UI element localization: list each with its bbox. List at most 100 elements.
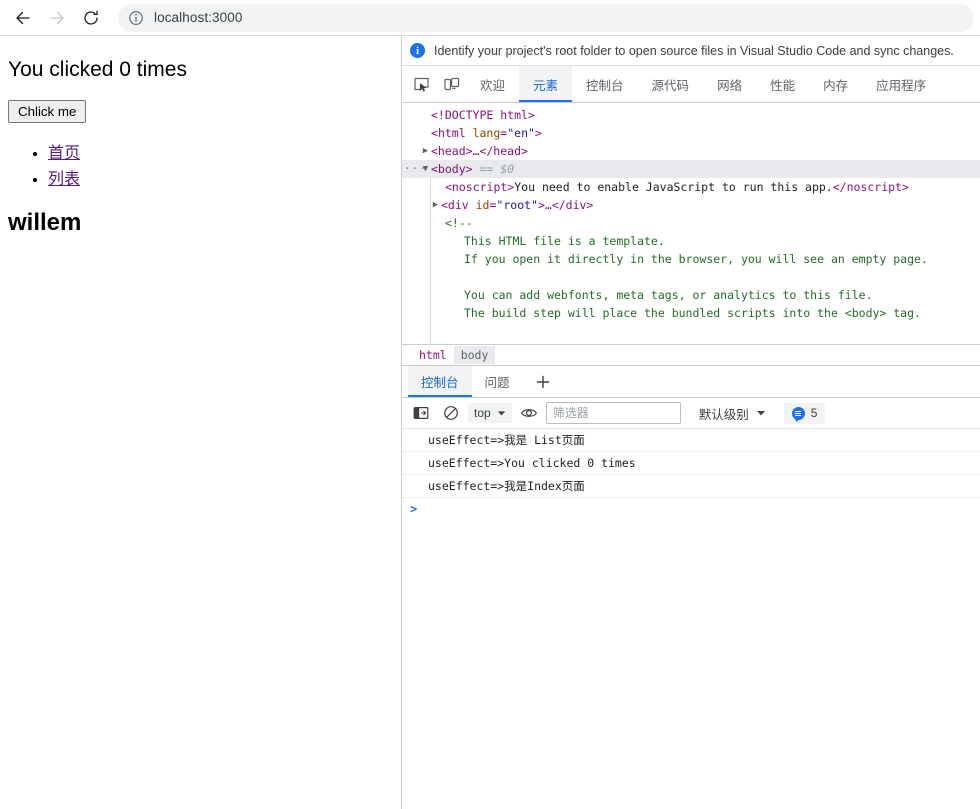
tab-network[interactable]: 网络 [703,66,756,102]
console-toolbar: top 默认级别 5 [402,398,980,429]
page-subtitle: willem [8,209,393,237]
inspect-element-button[interactable] [406,66,436,102]
dom-comment-line: The build step will place the bundled sc… [402,304,980,322]
drawer-tab-console[interactable]: 控制台 [408,366,472,397]
tab-console[interactable]: 控制台 [572,66,638,102]
tab-welcome[interactable]: 欢迎 [466,66,519,102]
list-item: 首页 [48,139,393,163]
dom-tag-open: <noscript> [445,178,514,196]
device-toolbar-button[interactable] [436,66,466,102]
tab-label: 控制台 [586,75,624,94]
live-expression-button[interactable] [516,402,542,424]
dom-node-html[interactable]: ▶<html lang="en"> [402,124,980,142]
drawer-tabbar: 控制台 问题 [402,366,980,398]
console-sidebar-icon [413,405,429,421]
expand-triangle-icon[interactable]: ▶ [420,142,431,160]
address-bar[interactable]: localhost:3000 [118,4,974,32]
console-context-value: top [474,406,491,420]
clear-console-icon [443,405,459,421]
drawer-tab-label: 问题 [485,372,510,391]
prompt-chevron-icon: > [410,502,417,516]
device-toolbar-icon [443,76,460,93]
live-expression-icon [520,406,538,420]
devtools-notice-text: Identify your project's root folder to o… [434,44,954,58]
console-message: useEffect=>我是 List页面 [402,429,980,452]
console-sidebar-button[interactable] [408,402,434,424]
tab-performance[interactable]: 性能 [756,66,809,102]
chevron-down-icon [497,409,506,418]
dom-comment-line: This HTML file is a template. [402,232,980,250]
dom-attr-name: lang [473,124,501,142]
console-message-list[interactable]: useEffect=>我是 List页面 useEffect=>You clic… [402,429,980,809]
address-bar-url: localhost:3000 [154,10,242,25]
console-message-count-value: 5 [811,406,818,420]
web-page-content: You clicked 0 times Chlick me 首页 列表 will… [0,36,402,809]
dom-tag-close: </noscript> [833,178,909,196]
click-me-button[interactable]: Chlick me [8,100,86,123]
dom-attr-value: "root" [496,196,538,214]
dom-comment-text: The build step will place the bundled sc… [464,304,921,322]
nav-link-list[interactable]: 列表 [48,171,80,188]
console-input-prompt[interactable]: > [402,498,980,516]
dom-node-body[interactable]: ···▼<body> == $0 [402,160,980,178]
page-nav-list: 首页 列表 [8,139,393,189]
dom-node-text: <head>…</head> [431,142,528,160]
nav-link-home[interactable]: 首页 [48,145,80,162]
dom-node-doctype[interactable]: ▶<!DOCTYPE html> [402,106,980,124]
tab-label: 内存 [823,75,848,94]
dom-node-text: <body> [431,160,473,178]
console-filter-input[interactable] [546,402,681,424]
devtools-tabbar: 欢迎 元素 控制台 源代码 网络 性能 内存 应用程序 [402,66,980,103]
console-message-count[interactable]: 5 [784,403,826,424]
dom-comment-text: If you open it directly in the browser, … [464,250,928,268]
tab-label: 应用程序 [876,75,926,94]
forward-arrow-icon [47,8,67,28]
tab-label: 性能 [770,75,795,94]
plus-icon [535,374,551,390]
add-panel-button[interactable] [523,366,563,397]
dom-comment-line [402,268,980,286]
back-button[interactable] [6,3,40,33]
drawer-tab-label: 控制台 [421,372,459,391]
dom-tag-open: <div [441,196,476,214]
forward-button[interactable] [40,3,74,33]
drawer-tab-issues[interactable]: 问题 [472,366,523,397]
tab-application[interactable]: 应用程序 [862,66,940,102]
dom-comment-text: This HTML file is a template. [464,232,665,250]
console-level-selector[interactable]: 默认级别 [695,404,770,423]
tab-memory[interactable]: 内存 [809,66,862,102]
list-item: 列表 [48,165,393,189]
dom-comment-text [464,268,471,286]
elements-tree[interactable]: ▶<!DOCTYPE html> ▶<html lang="en"> ▶<hea… [402,103,980,344]
chevron-down-icon [756,408,766,418]
breadcrumb-item-body[interactable]: body [454,346,496,364]
node-badge-icon[interactable]: ··· [404,160,427,178]
breadcrumb: html body [402,344,980,366]
tab-label: 元素 [533,75,558,94]
clear-console-button[interactable] [438,402,464,424]
console-message: useEffect=>我是Index页面 [402,475,980,498]
tab-label: 网络 [717,75,742,94]
dom-comment-line: You can add webfonts, meta tags, or anal… [402,286,980,304]
dom-node-text: <!DOCTYPE html> [431,106,535,124]
inspect-element-icon [413,76,430,93]
expand-triangle-icon[interactable]: ▶ [430,196,441,214]
tab-sources[interactable]: 源代码 [638,66,704,102]
devtools-panel: i Identify your project's root folder to… [402,36,980,809]
dom-node-head[interactable]: ▶<head>…</head> [402,142,980,160]
dom-tag-name: html [438,124,466,142]
dom-tag-close: >…</div> [538,196,593,214]
breadcrumb-item-html[interactable]: html [412,346,454,364]
browser-toolbar: localhost:3000 [0,0,980,36]
console-context-selector[interactable]: top [468,403,512,423]
dom-node-comment-open[interactable]: ▶<!-- [402,214,980,232]
reload-button[interactable] [74,3,108,33]
dom-node-selection-marker: == $0 [479,160,514,178]
dom-node-div-root[interactable]: ▶<div id="root">…</div> [402,196,980,214]
dom-comment-text: You can add webfonts, meta tags, or anal… [464,286,873,304]
devtools-notice-bar: i Identify your project's root folder to… [402,36,980,66]
console-level-value: 默认级别 [699,404,749,423]
site-info-icon[interactable] [128,10,144,26]
tab-elements[interactable]: 元素 [519,66,572,102]
dom-node-noscript[interactable]: ▶<noscript>You need to enable JavaScript… [402,178,980,196]
